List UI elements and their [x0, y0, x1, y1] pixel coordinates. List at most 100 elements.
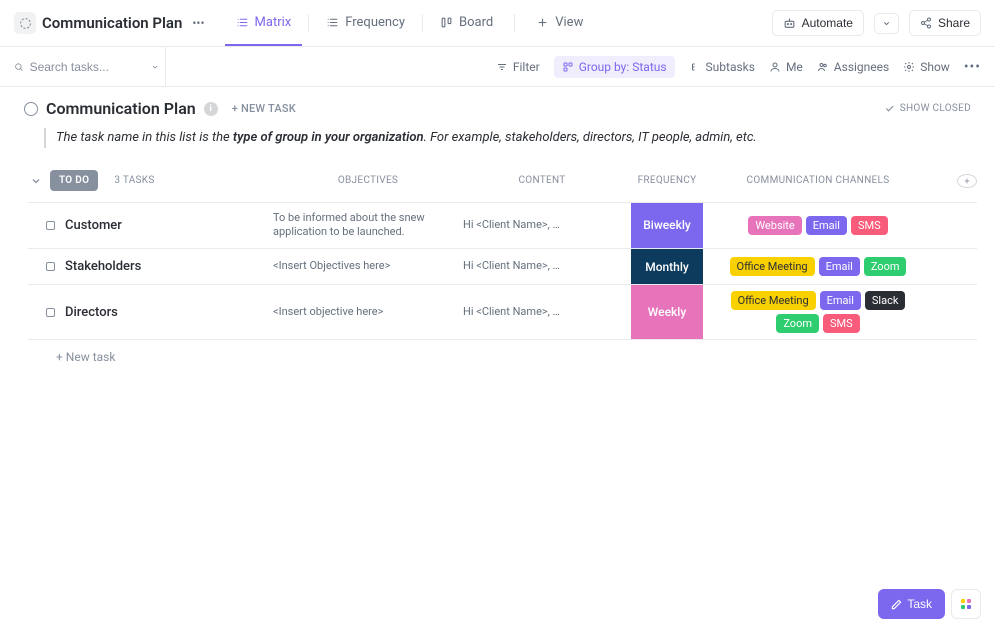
objectives-cell[interactable]: <Insert objective here> [273, 285, 463, 339]
loading-icon [19, 17, 32, 30]
group-by-button[interactable]: Group by: Status [554, 56, 675, 78]
objectives-text: <Insert Objectives here> [273, 259, 390, 274]
channel-tag[interactable]: Office Meeting [730, 257, 815, 276]
tab-matrix[interactable]: Matrix [225, 0, 303, 46]
channel-tag[interactable]: Zoom [864, 257, 907, 276]
pencil-icon [891, 599, 902, 610]
page-title: Communication Plan [42, 14, 182, 32]
user-icon [769, 61, 781, 73]
topbar: Communication Plan ••• Matrix Frequency Bo… [0, 0, 995, 47]
content-cell[interactable]: Hi <Client Name>, … [463, 249, 631, 284]
tab-board[interactable]: Board [429, 0, 504, 46]
objectives-cell[interactable]: <Insert Objectives here> [273, 249, 463, 284]
robot-icon [783, 17, 796, 30]
filter-icon [496, 61, 508, 73]
list-description: The task name in this list is the type o… [44, 128, 971, 148]
task-table: TO DO 3 TASKS OBJECTIVES CONTENT FREQUEN… [0, 166, 995, 375]
show-closed-button[interactable]: SHOW CLOSED [884, 103, 971, 114]
create-task-button[interactable]: Task [878, 589, 945, 619]
table-row[interactable]: Stakeholders <Insert Objectives here> Hi <… [28, 248, 977, 284]
plus-icon [963, 177, 971, 185]
subtasks-button[interactable]: Subtasks [689, 60, 755, 74]
col-header-channels[interactable]: COMMUNICATION CHANNELS [703, 175, 957, 186]
status-pill[interactable]: TO DO [50, 170, 98, 191]
users-icon [817, 61, 829, 73]
channel-tag[interactable]: Office Meeting [731, 291, 816, 310]
list-icon [326, 16, 339, 29]
content-text: Hi <Client Name>, … [463, 305, 560, 320]
filter-button[interactable]: Filter [496, 60, 540, 74]
frequency-cell[interactable]: Monthly [631, 249, 703, 284]
board-icon [440, 16, 453, 29]
more-icon[interactable]: ••• [964, 59, 981, 75]
toolbar: Filter Group by: Status Subtasks Me Assi… [0, 47, 995, 87]
page-icon [14, 12, 36, 34]
me-button[interactable]: Me [769, 60, 803, 74]
task-name-cell[interactable]: Stakeholders [28, 249, 273, 284]
channel-tag[interactable]: Website [748, 216, 801, 235]
chevron-down-icon [882, 19, 891, 28]
row-spacer [957, 203, 977, 249]
content-cell[interactable]: Hi <Client Name>, … [463, 285, 631, 339]
task-name: Customer [65, 218, 122, 233]
gear-icon [903, 61, 915, 73]
tab-divider [422, 14, 423, 32]
channels-cell[interactable]: Office MeetingEmailSlack ZoomSMS [703, 285, 957, 339]
task-status-icon[interactable] [46, 308, 55, 317]
chevron-down-icon[interactable] [151, 62, 159, 72]
new-task-row[interactable]: + New task [28, 340, 977, 374]
info-icon[interactable]: i [204, 102, 218, 116]
task-status-icon[interactable] [46, 262, 55, 271]
view-label: View [555, 15, 583, 30]
channel-tag[interactable]: SMS [851, 216, 888, 235]
add-column-button[interactable] [957, 174, 977, 188]
automate-dropdown[interactable] [874, 13, 899, 34]
tab-label: Frequency [345, 15, 405, 30]
tab-frequency[interactable]: Frequency [315, 0, 416, 46]
channel-tag[interactable]: Email [806, 216, 847, 235]
automate-button[interactable]: Automate [772, 10, 864, 36]
share-button[interactable]: Share [909, 10, 981, 36]
frequency-cell[interactable]: Weekly [631, 285, 703, 339]
plus-icon [536, 16, 549, 29]
tab-label: Board [459, 15, 493, 30]
objectives-text: To be informed about the snew applicatio… [273, 211, 457, 241]
chevron-down-icon[interactable] [30, 175, 42, 187]
assignees-button[interactable]: Assignees [817, 60, 889, 74]
show-button[interactable]: Show [903, 60, 950, 74]
new-task-button[interactable]: + New task [232, 102, 296, 115]
table-row[interactable]: Customer To be informed about the snew ap… [28, 202, 977, 249]
table-body: Customer To be informed about the snew ap… [28, 202, 977, 341]
task-name: Stakeholders [65, 259, 141, 274]
frequency-cell[interactable]: Biweekly [631, 203, 703, 249]
channel-tag[interactable]: Zoom [776, 314, 819, 333]
channels-cell[interactable]: Office MeetingEmailZoom [703, 249, 957, 284]
frequency-badge: Biweekly [631, 203, 703, 249]
apps-button[interactable] [951, 589, 981, 619]
channel-tag[interactable]: Slack [865, 291, 906, 310]
topbar-right: Automate Share [772, 10, 981, 36]
channel-tag[interactable]: Email [819, 257, 860, 276]
task-name-cell[interactable]: Directors [28, 285, 273, 339]
task-count: 3 TASKS [114, 175, 154, 186]
collapse-list-icon[interactable] [24, 102, 38, 116]
channel-tag[interactable]: SMS [823, 314, 860, 333]
add-view-button[interactable]: View [525, 0, 594, 46]
frequency-badge: Monthly [631, 249, 703, 284]
search-input[interactable] [30, 60, 145, 74]
table-row[interactable]: Directors<Insert objective here>Hi <Clie… [28, 284, 977, 340]
col-header-frequency[interactable]: FREQUENCY [631, 175, 703, 186]
ellipsis-icon[interactable]: ••• [188, 16, 208, 30]
toolbar-divider [165, 47, 166, 86]
task-name-cell[interactable]: Customer [28, 203, 273, 249]
col-header-objectives[interactable]: OBJECTIVES [273, 175, 463, 186]
channel-tag[interactable]: Email [820, 291, 861, 310]
col-header-content[interactable]: CONTENT [463, 175, 631, 186]
subtask-icon [689, 61, 701, 73]
task-status-icon[interactable] [46, 221, 55, 230]
channels-cell[interactable]: Website EmailSMS [703, 203, 957, 249]
content-cell[interactable]: Hi <Client Name>, … [463, 203, 631, 249]
share-icon [920, 17, 932, 29]
objectives-cell[interactable]: To be informed about the snew applicatio… [273, 203, 463, 249]
grid-icon [961, 599, 971, 609]
